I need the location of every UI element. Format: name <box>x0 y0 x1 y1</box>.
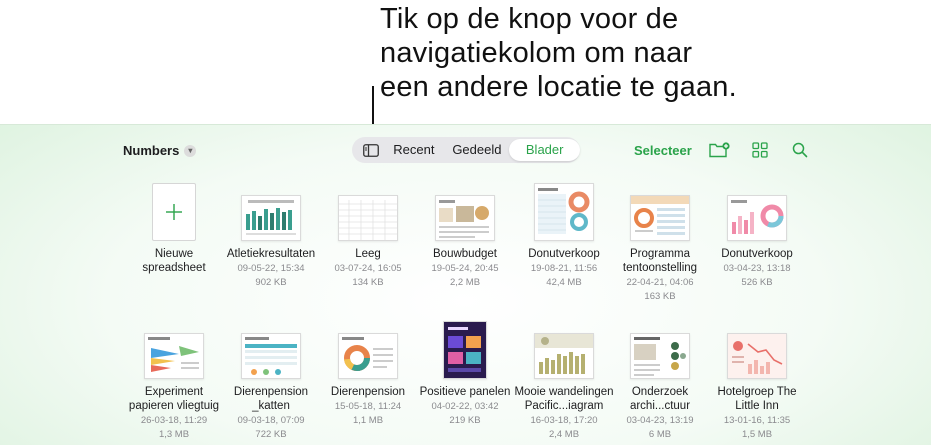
file-thumbnail[interactable] <box>630 195 690 241</box>
file-name: Experiment papieren vliegtuig <box>128 386 220 412</box>
file-name: Donutverkoop <box>721 248 793 260</box>
file-name: Dierenpension <box>330 386 406 398</box>
file-item[interactable]: Hotelgroep The Little Inn 13-01-16, 11:3… <box>702 321 812 441</box>
file-item[interactable]: Leeg 03-07-24, 16:05 134 KB <box>313 183 423 289</box>
file-date: 03-04-23, 13:18 <box>723 263 791 274</box>
file-size: 902 KB <box>255 277 287 288</box>
file-item[interactable]: Experiment papieren vliegtuig 26-03-18, … <box>119 321 229 441</box>
file-date: 03-04-23, 13:19 <box>626 415 694 426</box>
callout-text: Tik op de knop voor de navigatiekolom om… <box>380 3 737 103</box>
file-date: 03-07-24, 16:05 <box>334 263 402 274</box>
file-thumbnail[interactable] <box>144 333 204 379</box>
file-date: 13-01-16, 11:35 <box>723 415 791 426</box>
file-item[interactable]: Bouwbudget 19-05-24, 20:45 2,2 MB <box>410 183 520 289</box>
new-spreadsheet-item[interactable]: Nieuwe spreadsheet <box>119 183 229 275</box>
file-name: Bouwbudget <box>433 248 497 260</box>
file-size: 526 KB <box>741 277 773 288</box>
file-name: Dierenpension _katten <box>233 386 309 412</box>
file-size: 219 KB <box>449 415 481 426</box>
file-name: Mooie wandelingen Pacific...iagram <box>514 386 614 412</box>
file-date: 19-05-24, 20:45 <box>431 263 499 274</box>
file-thumbnail[interactable] <box>241 195 301 241</box>
new-spreadsheet-label: Nieuwe spreadsheet <box>142 248 206 274</box>
file-thumbnail[interactable] <box>443 321 487 379</box>
file-size: 722 KB <box>255 429 287 440</box>
file-thumbnail[interactable] <box>727 333 787 379</box>
file-date: 04-02-22, 03:42 <box>431 401 499 412</box>
file-item[interactable]: Donutverkoop 19-08-21, 11:56 42,4 MB <box>509 183 619 289</box>
file-item[interactable]: Onderzoek archi...ctuur 03-04-23, 13:19 … <box>605 321 715 441</box>
file-size: 2,2 MB <box>449 277 481 288</box>
file-thumbnail[interactable] <box>534 183 594 241</box>
file-size: 134 KB <box>352 277 384 288</box>
file-date: 19-08-21, 11:56 <box>530 263 598 274</box>
file-item[interactable]: Dierenpension 15-05-18, 11:24 1,1 MB <box>313 321 423 427</box>
file-size: 1,5 MB <box>741 429 773 440</box>
file-item[interactable]: Programma tentoonstelling 22-04-21, 04:0… <box>605 183 715 303</box>
file-date: 15-05-18, 11:24 <box>334 401 402 412</box>
file-date: 22-04-21, 04:06 <box>626 277 694 288</box>
new-spreadsheet-thumbnail[interactable] <box>152 183 196 241</box>
file-date: 09-05-22, 15:34 <box>237 263 305 274</box>
file-name: Leeg <box>355 248 381 260</box>
file-grid: Nieuwe spreadsheet Atletiekresultaten 09… <box>0 125 931 445</box>
file-size: 42,4 MB <box>546 277 582 288</box>
file-thumbnail[interactable] <box>435 195 495 241</box>
file-size: 1,3 MB <box>158 429 190 440</box>
plus-icon <box>166 204 182 220</box>
document-browser: Numbers ▾ Recent Gedeeld Blader Selectee… <box>0 124 931 445</box>
file-item[interactable]: Atletiekresultaten 09-05-22, 15:34 902 K… <box>216 183 326 289</box>
file-thumbnail[interactable] <box>534 333 594 379</box>
file-date: 09-03-18, 07:09 <box>237 415 305 426</box>
file-name: Atletiekresultaten <box>226 248 316 260</box>
file-size: 6 MB <box>648 429 672 440</box>
file-name: Donutverkoop <box>528 248 600 260</box>
file-item[interactable]: Mooie wandelingen Pacific...iagram 16-03… <box>509 321 619 441</box>
file-item[interactable]: Dierenpension _katten 09-03-18, 07:09 72… <box>216 321 326 441</box>
file-item[interactable]: Donutverkoop 03-04-23, 13:18 526 KB <box>702 183 812 289</box>
file-name: Hotelgroep The Little Inn <box>717 386 797 412</box>
file-name: Onderzoek archi...ctuur <box>629 386 691 412</box>
file-thumbnail[interactable] <box>630 333 690 379</box>
file-thumbnail[interactable] <box>241 333 301 379</box>
file-size: 163 KB <box>644 291 676 302</box>
file-date: 16-03-18, 17:20 <box>530 415 598 426</box>
file-size: 1,1 MB <box>352 415 384 426</box>
file-thumbnail[interactable] <box>338 333 398 379</box>
file-date: 26-03-18, 11:29 <box>140 415 208 426</box>
file-item[interactable]: Positieve panelen 04-02-22, 03:42 219 KB <box>410 321 520 427</box>
file-name: Programma tentoonstelling <box>622 248 698 274</box>
file-thumbnail[interactable] <box>338 195 398 241</box>
file-name: Positieve panelen <box>419 386 511 398</box>
file-thumbnail[interactable] <box>727 195 787 241</box>
file-size: 2,4 MB <box>548 429 580 440</box>
